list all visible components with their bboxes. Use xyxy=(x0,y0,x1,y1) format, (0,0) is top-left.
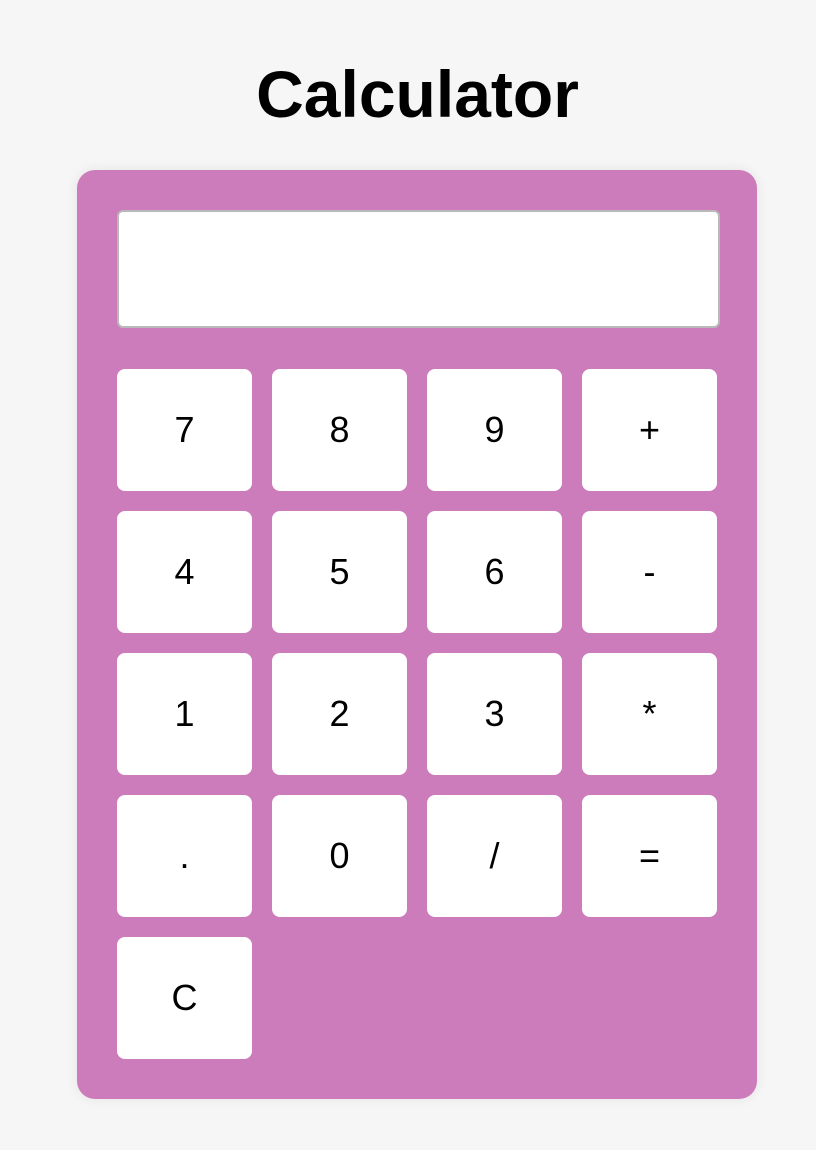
key-7-button[interactable]: 7 xyxy=(117,369,252,491)
key-2-button[interactable]: 2 xyxy=(272,653,407,775)
key-6-button[interactable]: 6 xyxy=(427,511,562,633)
page-title: Calculator xyxy=(256,57,579,131)
key-4-button[interactable]: 4 xyxy=(117,511,252,633)
key-3-button[interactable]: 3 xyxy=(427,653,562,775)
key-9-button[interactable]: 9 xyxy=(427,369,562,491)
key-add-button[interactable]: + xyxy=(582,369,717,491)
keypad: 7 8 9 +4 5 6- 1 2 3 *. 0/= C xyxy=(117,369,717,1059)
calculator-panel: 7 8 9 +4 5 6- 1 2 3 *. 0/= C xyxy=(77,170,757,1099)
key-decimal-button[interactable]: . xyxy=(117,795,252,917)
calculator-display[interactable] xyxy=(117,210,720,328)
key-5-button[interactable]: 5 xyxy=(272,511,407,633)
key-clear-button[interactable]: C xyxy=(117,937,252,1059)
key-divide-button[interactable]: / xyxy=(427,795,562,917)
key-0-button[interactable]: 0 xyxy=(272,795,407,917)
key-multiply-button[interactable]: * xyxy=(582,653,717,775)
key-1-button[interactable]: 1 xyxy=(117,653,252,775)
key-subtract-button[interactable]: - xyxy=(582,511,717,633)
key-equals-button[interactable]: = xyxy=(582,795,717,917)
key-8-button[interactable]: 8 xyxy=(272,369,407,491)
